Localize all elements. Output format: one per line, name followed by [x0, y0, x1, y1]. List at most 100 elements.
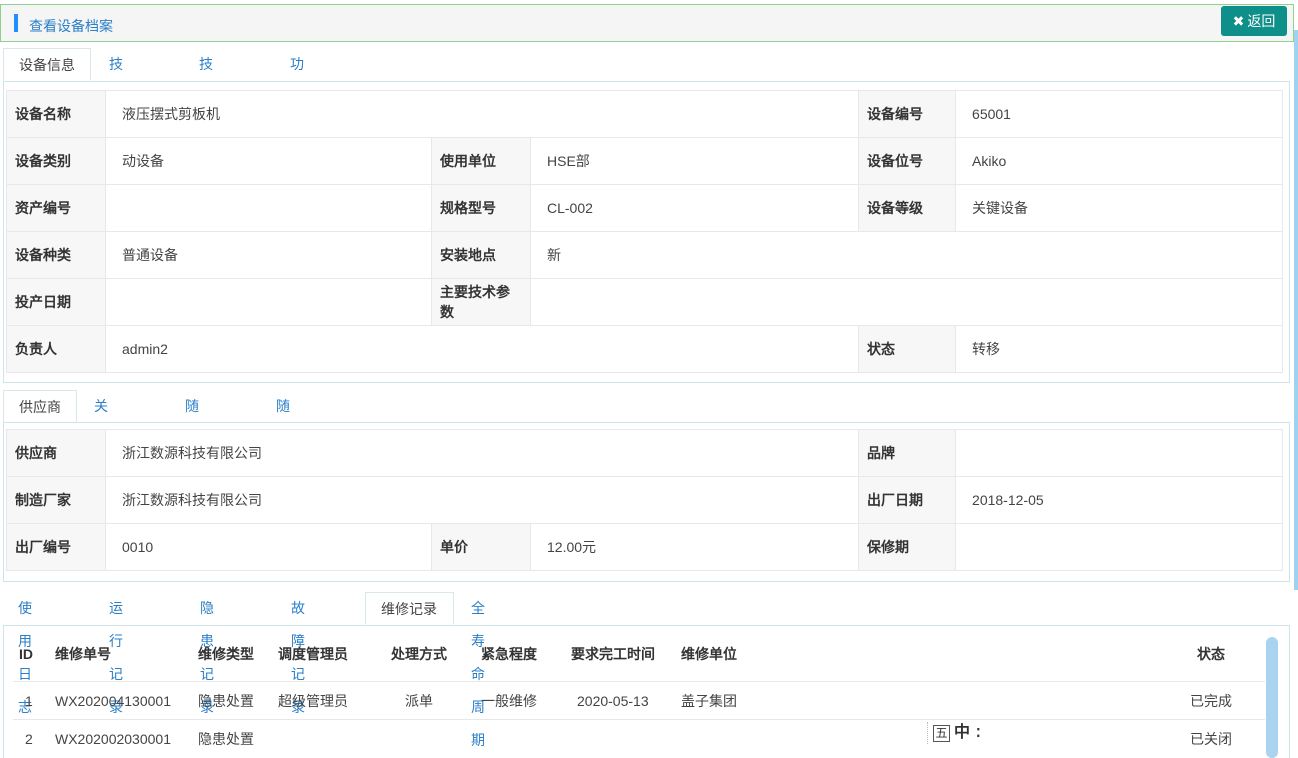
cell-due-date: 2020-05-13 — [565, 681, 675, 720]
repair-records-panel: ID 维修单号 维修类型 调度管理员 处理方式 紧急程度 要求完工时间 维修单位… — [3, 625, 1290, 758]
value-owner: admin2 — [104, 325, 860, 373]
device-info-table: 设备名称 液压摆式剪板机 设备编号 65001 设备类别 动设备 使用单位 HS… — [6, 90, 1284, 373]
cell-dispatcher — [272, 719, 385, 757]
value-manufacture-date: 2018-12-05 — [955, 476, 1284, 524]
table-row: 设备名称 液压摆式剪板机 设备编号 65001 — [6, 90, 1284, 138]
ime-indicator[interactable]: 五中 ⁚ — [927, 722, 981, 744]
tab-tools[interactable]: 随机工具 — [261, 390, 305, 513]
value-device-no: 65001 — [955, 90, 1284, 138]
label-using-unit: 使用单位 — [431, 137, 531, 185]
title-accent-bar — [14, 14, 18, 32]
cell-dispatcher: 超级管理员 — [272, 681, 385, 720]
col-urgency: 紧急程度 — [481, 645, 537, 662]
tab-supplier[interactable]: 供应商 — [3, 390, 77, 423]
tab-lifecycle[interactable]: 全寿命周期 — [456, 592, 500, 748]
col-id: ID — [19, 645, 33, 662]
table-row: 出厂编号 0010 单价 12.00元 保修期 — [6, 523, 1284, 571]
tab-tech-params[interactable]: 技术参数 — [94, 48, 138, 171]
table-row: 供应商 浙江数源科技有限公司 品牌 — [6, 429, 1284, 477]
label-spec-model: 规格型号 — [431, 184, 531, 232]
label-brand: 品牌 — [858, 429, 957, 477]
label-device-no: 设备编号 — [858, 90, 957, 138]
col-status: 状态 — [1197, 645, 1225, 662]
col-repair-unit: 维修单位 — [681, 645, 737, 662]
label-manufacturer: 制造厂家 — [6, 476, 106, 524]
tab-fault-records[interactable]: 故障记录 — [276, 592, 320, 715]
value-device-tag: Akiko — [955, 137, 1284, 185]
ime-mode-icon: 五 — [933, 724, 950, 742]
table-row[interactable]: 1 WX202004130001 隐患处置 超级管理员 派单 一般维修 2020… — [13, 681, 1265, 720]
tab-related-parts[interactable]: 关联备件 — [79, 390, 123, 513]
value-commission-date — [105, 278, 432, 326]
label-device-grade: 设备等级 — [858, 184, 957, 232]
label-unit-price: 单价 — [431, 523, 531, 571]
label-main-params: 主要技术参数 — [431, 278, 531, 326]
cell-repair-type: 隐患处置 — [192, 719, 272, 757]
cell-handling — [385, 719, 475, 757]
close-icon: ✖ — [1232, 13, 1245, 29]
tab-function-config[interactable]: 功能配置 — [275, 48, 319, 171]
label-commission-date: 投产日期 — [6, 278, 106, 326]
value-asset-no — [105, 184, 432, 232]
ime-language: 中 — [954, 724, 971, 742]
table-row: 资产编号 规格型号 CL-002 设备等级 关键设备 — [6, 184, 1284, 232]
tab-device-info[interactable]: 设备信息 — [3, 48, 91, 81]
table-row: 设备类别 动设备 使用单位 HSE部 设备位号 Akiko — [6, 137, 1284, 185]
cell-repair-unit: 盖子集团 — [675, 681, 1075, 720]
value-serial-no: 0010 — [105, 523, 432, 571]
label-asset-no: 资产编号 — [6, 184, 106, 232]
label-device-name: 设备名称 — [6, 90, 106, 138]
value-main-params — [529, 278, 1284, 326]
cell-repair-no: WX202004130001 — [49, 681, 192, 720]
label-device-category: 设备类别 — [6, 137, 106, 185]
label-device-kind: 设备种类 — [6, 231, 106, 279]
label-install-location: 安装地点 — [431, 231, 531, 279]
table-row[interactable]: 2 WX202002030001 隐患处置 已关闭 — [13, 719, 1265, 757]
label-supplier: 供应商 — [6, 429, 106, 477]
label-status: 状态 — [858, 325, 957, 373]
label-manufacture-date: 出厂日期 — [858, 476, 957, 524]
cell-status: 已关闭 — [1075, 719, 1265, 757]
label-owner: 负责人 — [6, 325, 106, 373]
value-status: 转移 — [955, 325, 1284, 373]
tab-attachments[interactable]: 随机附件 — [170, 390, 214, 513]
repair-records-table: ID 维修单号 维修类型 调度管理员 处理方式 紧急程度 要求完工时间 维修单位… — [13, 626, 1265, 757]
value-device-kind: 普通设备 — [105, 231, 432, 279]
table-row: 投产日期 主要技术参数 — [6, 278, 1284, 326]
cell-id: 1 — [13, 681, 49, 720]
cell-urgency: 一般维修 — [475, 681, 565, 720]
cell-handling: 派单 — [385, 681, 475, 720]
value-spec-model: CL-002 — [529, 184, 860, 232]
tab-run-records[interactable]: 运行记录 — [94, 592, 138, 715]
value-warranty — [955, 523, 1284, 571]
page-header: 查看设备档案 — [0, 4, 1294, 42]
ime-punctuation-icon: ⁚ — [976, 726, 981, 741]
cell-repair-unit — [675, 719, 1075, 757]
col-repair-no: 维修单号 — [55, 645, 111, 662]
value-unit-price: 12.00元 — [529, 523, 860, 571]
value-device-name: 液压摆式剪板机 — [104, 90, 860, 138]
col-due-date: 要求完工时间 — [571, 645, 655, 662]
cell-repair-type: 隐患处置 — [192, 681, 272, 720]
value-using-unit: HSE部 — [529, 137, 860, 185]
value-supplier: 浙江数源科技有限公司 — [104, 429, 860, 477]
tab-tech-docs[interactable]: 技术资料 — [184, 48, 228, 171]
tab-repair-records[interactable]: 维修记录 — [365, 592, 454, 625]
col-handling: 处理方式 — [391, 645, 447, 662]
cell-status: 已完成 — [1075, 681, 1265, 720]
scrollbar-thumb[interactable] — [1266, 637, 1278, 758]
tab-usage-log[interactable]: 使用日志 — [3, 592, 47, 715]
cell-id: 2 — [13, 719, 49, 757]
value-manufacturer: 浙江数源科技有限公司 — [104, 476, 860, 524]
page-scrollbar[interactable] — [1294, 30, 1298, 590]
col-dispatcher: 调度管理员 — [278, 645, 348, 662]
value-device-category: 动设备 — [105, 137, 432, 185]
label-warranty: 保修期 — [858, 523, 957, 571]
tab-hazard-records[interactable]: 隐患记录 — [185, 592, 229, 715]
page-title: 查看设备档案 — [29, 18, 113, 34]
supplier-table: 供应商 浙江数源科技有限公司 品牌 制造厂家 浙江数源科技有限公司 出厂日期 2… — [6, 429, 1284, 571]
table-row: 负责人 admin2 状态 转移 — [6, 325, 1284, 373]
back-button[interactable]: ✖ 返回 — [1221, 6, 1287, 36]
table-row: 制造厂家 浙江数源科技有限公司 出厂日期 2018-12-05 — [6, 476, 1284, 524]
cell-repair-no: WX202002030001 — [49, 719, 192, 757]
